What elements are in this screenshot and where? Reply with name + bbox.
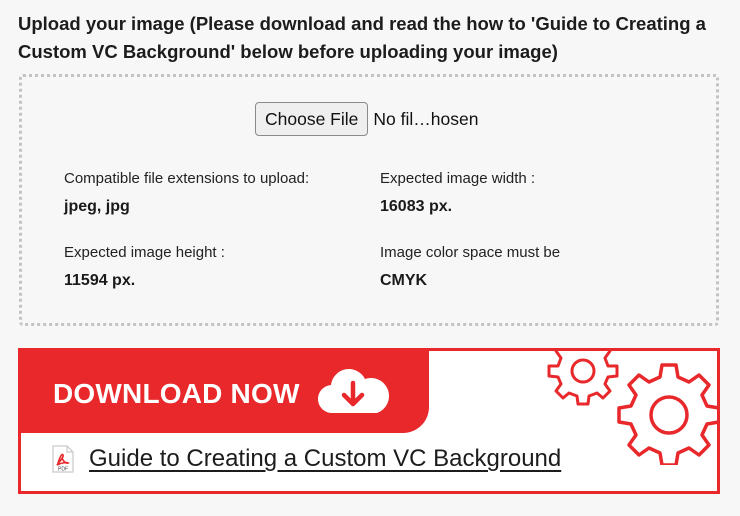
info-label: Compatible file extensions to upload: [64, 170, 310, 187]
info-image-width: Expected image width : 16083 px. [380, 169, 535, 217]
download-header[interactable]: DOWNLOAD NOW [21, 351, 429, 433]
cloud-download-icon [317, 369, 389, 414]
pdf-icon-text: PDF [58, 467, 68, 473]
download-now-label: DOWNLOAD NOW [53, 378, 300, 409]
info-value: 16083 px. [380, 198, 453, 215]
info-label: Expected image width : [380, 170, 536, 187]
info-color-space: Image color space must be CMYK [380, 243, 560, 291]
info-value: 11594 px. [64, 272, 136, 289]
file-status-text: No fil…hosen [373, 108, 479, 129]
download-guide-banner[interactable]: DOWNLOAD NOW PDF Guide to Creating a Cus… [18, 348, 720, 494]
info-file-extensions: Compatible file extensions to upload: jp… [64, 169, 309, 217]
file-input[interactable]: Choose File No fil…hosen [255, 101, 478, 137]
upload-heading: Upload your image (Please download and r… [18, 13, 706, 62]
pdf-icon: PDF [52, 445, 74, 473]
upload-dropzone[interactable]: Choose File No fil…hosen Compatible file… [19, 74, 719, 326]
info-value: jpeg, jpg [64, 198, 130, 215]
info-value: CMYK [380, 272, 428, 289]
info-label: Image color space must be [380, 244, 561, 261]
guide-download-link[interactable]: PDF Guide to Creating a Custom VC Backgr… [51, 445, 561, 473]
guide-link-text: Guide to Creating a Custom VC Background [89, 445, 562, 472]
info-label: Expected image height : [64, 244, 225, 261]
choose-file-button[interactable]: Choose File [255, 102, 369, 136]
info-image-height: Expected image height : 11594 px. [64, 243, 225, 291]
